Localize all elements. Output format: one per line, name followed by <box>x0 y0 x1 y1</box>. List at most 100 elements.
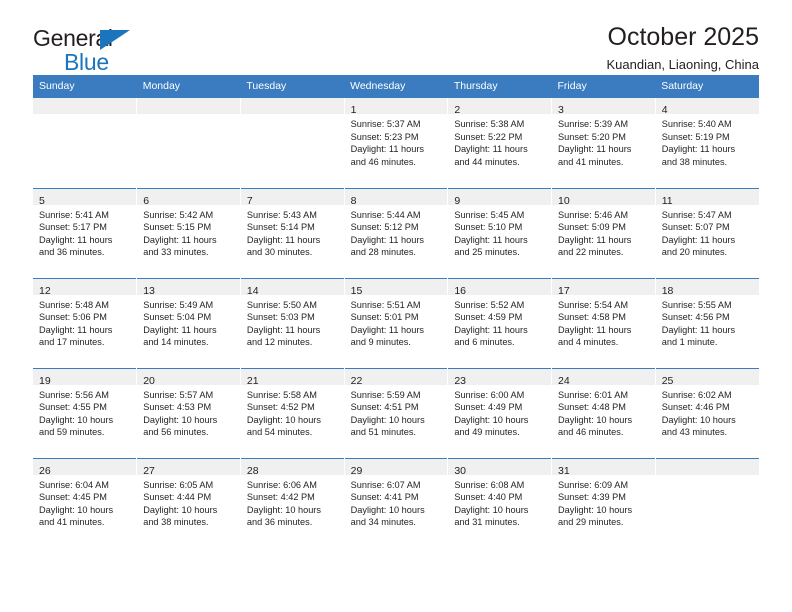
daylight-text-line1: Daylight: 11 hours <box>350 234 424 245</box>
daylight-text-line1: Daylight: 10 hours <box>143 414 218 425</box>
sunrise-text: Sunrise: 6:08 AM <box>454 479 525 490</box>
calendar-day-cell[interactable]: 28 Sunrise: 6:06 AM Sunset: 4:42 PM Dayligh… <box>239 457 345 548</box>
day-details: Sunrise: 5:39 AM Sunset: 5:20 PM Daylight:… <box>552 114 655 168</box>
daylight-text-line2: and 34 minutes. <box>350 517 416 528</box>
calendar-day-cell[interactable]: 17 Sunrise: 5:54 AM Sunset: 4:58 PM Dayligh… <box>551 277 656 368</box>
calendar-week-row: 1 Sunrise: 5:37 AM Sunset: 5:23 PM Daylight… <box>33 98 759 188</box>
daylight-text-line2: and 28 minutes. <box>350 247 416 258</box>
daylight-text-line2: and 31 minutes. <box>454 517 520 528</box>
calendar-day-cell[interactable]: 19 Sunrise: 5:56 AM Sunset: 4:55 PM Dayligh… <box>33 367 137 458</box>
daylight-text-line1: Daylight: 11 hours <box>39 324 113 335</box>
calendar-day-cell[interactable]: 9 Sunrise: 5:45 AM Sunset: 5:10 PM Daylight… <box>447 187 552 278</box>
sunrise-text: Sunrise: 5:55 AM <box>661 299 732 310</box>
sunrise-text: Sunrise: 5:56 AM <box>39 389 109 400</box>
daylight-text-line1: Daylight: 11 hours <box>350 324 424 335</box>
calendar-week-row: 26 Sunrise: 6:04 AM Sunset: 4:45 PM Dayligh… <box>33 457 759 548</box>
day-number: 17 <box>558 284 570 297</box>
calendar-day-cell[interactable]: 13 Sunrise: 5:49 AM Sunset: 5:04 PM Dayligh… <box>136 277 241 368</box>
day-number: 1 <box>350 104 357 116</box>
generalblue-logo[interactable]: General Blue <box>33 26 163 74</box>
sunrise-text: Sunrise: 6:05 AM <box>143 479 214 490</box>
calendar-day-cell[interactable]: 12 Sunrise: 5:48 AM Sunset: 5:06 PM Dayligh… <box>33 277 137 368</box>
calendar-day-cell[interactable]: 21 Sunrise: 5:58 AM Sunset: 4:52 PM Dayligh… <box>239 367 345 458</box>
day-number-band: 31 <box>552 458 655 477</box>
day-number: 13 <box>143 284 155 297</box>
sunrise-text: Sunrise: 5:51 AM <box>350 299 421 310</box>
sunset-text: Sunset: 4:53 PM <box>143 402 212 413</box>
calendar-day-cell[interactable]: 18 Sunrise: 5:55 AM Sunset: 4:56 PM Dayligh… <box>654 277 759 368</box>
day-number-band: 13 <box>137 278 240 297</box>
calendar-day-cell[interactable]: 7 Sunrise: 5:43 AM Sunset: 5:14 PM Daylight… <box>239 187 345 278</box>
day-number-band: 25 <box>655 368 759 387</box>
day-details <box>33 114 136 118</box>
day-number-band: 14 <box>240 278 344 297</box>
day-number: 21 <box>246 374 259 387</box>
day-number: 24 <box>558 374 570 387</box>
day-number: 25 <box>661 374 674 387</box>
calendar-day-cell[interactable]: 24 Sunrise: 6:01 AM Sunset: 4:48 PM Dayligh… <box>551 367 656 458</box>
calendar-day-cell[interactable]: 31 Sunrise: 6:09 AM Sunset: 4:39 PM Dayligh… <box>551 457 656 548</box>
calendar-day-cell[interactable]: 11 Sunrise: 5:47 AM Sunset: 5:07 PM Dayligh… <box>654 187 759 278</box>
sunrise-text: Sunrise: 5:45 AM <box>454 209 525 220</box>
calendar-day-cell[interactable]: 27 Sunrise: 6:05 AM Sunset: 4:44 PM Dayligh… <box>136 457 241 548</box>
calendar-day-cell[interactable]: 4 Sunrise: 5:40 AM Sunset: 5:19 PM Daylight… <box>654 98 759 188</box>
day-details: Sunrise: 5:52 AM Sunset: 4:59 PM Daylight:… <box>448 295 551 349</box>
sunrise-text: Sunrise: 5:38 AM <box>454 119 525 129</box>
calendar-day-cell[interactable]: 10 Sunrise: 5:46 AM Sunset: 5:09 PM Dayligh… <box>551 187 656 278</box>
calendar-day-cell[interactable]: 22 Sunrise: 5:59 AM Sunset: 4:51 PM Dayligh… <box>343 367 448 458</box>
day-number-band: 6 <box>137 188 240 207</box>
daylight-text-line2: and 44 minutes. <box>454 156 520 167</box>
calendar-day-cell[interactable]: 30 Sunrise: 6:08 AM Sunset: 4:40 PM Dayligh… <box>447 457 552 548</box>
calendar-table: Sunday Monday Tuesday Wednesday Thursday… <box>33 75 759 548</box>
day-details: Sunrise: 6:04 AM Sunset: 4:45 PM Daylight:… <box>33 475 136 529</box>
day-details: Sunrise: 5:42 AM Sunset: 5:15 PM Daylight:… <box>137 205 240 259</box>
sunrise-text: Sunrise: 6:06 AM <box>246 479 317 490</box>
day-details: Sunrise: 6:01 AM Sunset: 4:48 PM Daylight:… <box>552 385 655 439</box>
day-number-band: 8 <box>344 188 448 207</box>
daylight-text-line2: and 59 minutes. <box>39 427 105 438</box>
calendar-day-cell[interactable]: 29 Sunrise: 6:07 AM Sunset: 4:41 PM Dayligh… <box>343 457 448 548</box>
sunrise-text: Sunrise: 5:43 AM <box>246 209 317 220</box>
calendar-day-cell-empty <box>239 98 345 188</box>
day-number-band: 15 <box>344 278 448 297</box>
day-details: Sunrise: 5:46 AM Sunset: 5:09 PM Daylight:… <box>552 205 655 259</box>
calendar-day-cell[interactable]: 2 Sunrise: 5:38 AM Sunset: 5:22 PM Daylight… <box>447 98 552 188</box>
day-details: Sunrise: 6:00 AM Sunset: 4:49 PM Daylight:… <box>448 385 551 439</box>
calendar-day-cell[interactable]: 20 Sunrise: 5:57 AM Sunset: 4:53 PM Dayligh… <box>136 367 241 458</box>
day-number-band: 28 <box>240 458 344 477</box>
sunrise-text: Sunrise: 6:07 AM <box>350 479 421 490</box>
sunset-text: Sunset: 4:46 PM <box>661 402 730 413</box>
day-details: Sunrise: 5:44 AM Sunset: 5:12 PM Daylight:… <box>345 205 448 259</box>
daylight-text-line1: Daylight: 11 hours <box>39 234 113 245</box>
calendar-day-cell[interactable]: 25 Sunrise: 6:02 AM Sunset: 4:46 PM Dayligh… <box>654 367 759 458</box>
calendar-day-cell[interactable]: 15 Sunrise: 5:51 AM Sunset: 5:01 PM Dayligh… <box>343 277 448 368</box>
sunset-text: Sunset: 4:48 PM <box>558 402 626 413</box>
sunset-text: Sunset: 5:15 PM <box>143 222 212 233</box>
calendar-day-cell[interactable]: 5 Sunrise: 5:41 AM Sunset: 5:17 PM Daylight… <box>33 187 137 278</box>
calendar-day-cell[interactable]: 23 Sunrise: 6:00 AM Sunset: 4:49 PM Dayligh… <box>447 367 552 458</box>
day-number: 22 <box>350 374 363 387</box>
logo-triangle-icon <box>100 30 130 50</box>
sunset-text: Sunset: 4:44 PM <box>143 492 212 503</box>
calendar-day-cell[interactable]: 3 Sunrise: 5:39 AM Sunset: 5:20 PM Daylight… <box>551 98 656 188</box>
weekday-header-thursday: Thursday <box>447 75 552 98</box>
sunrise-text: Sunrise: 5:37 AM <box>350 119 421 129</box>
calendar-body: 1 Sunrise: 5:37 AM Sunset: 5:23 PM Daylight… <box>33 98 759 548</box>
calendar-day-cell[interactable]: 1 Sunrise: 5:37 AM Sunset: 5:23 PM Daylight… <box>343 98 448 188</box>
day-details <box>241 114 344 118</box>
daylight-text-line2: and 22 minutes. <box>558 247 624 258</box>
calendar-day-cell[interactable]: 16 Sunrise: 5:52 AM Sunset: 4:59 PM Dayligh… <box>447 277 552 368</box>
weekday-header-monday: Monday <box>136 75 241 98</box>
daylight-text-line2: and 41 minutes. <box>39 517 105 528</box>
calendar-day-cell[interactable]: 6 Sunrise: 5:42 AM Sunset: 5:15 PM Daylight… <box>136 187 241 278</box>
day-number: 5 <box>39 194 45 207</box>
sunrise-text: Sunrise: 5:49 AM <box>143 299 214 310</box>
day-details: Sunrise: 5:58 AM Sunset: 4:52 PM Daylight:… <box>241 385 344 439</box>
sunset-text: Sunset: 5:10 PM <box>454 222 523 233</box>
calendar-day-cell[interactable]: 26 Sunrise: 6:04 AM Sunset: 4:45 PM Dayligh… <box>33 457 137 548</box>
calendar-day-cell[interactable]: 8 Sunrise: 5:44 AM Sunset: 5:12 PM Daylight… <box>343 187 448 278</box>
daylight-text-line1: Daylight: 10 hours <box>661 414 736 425</box>
calendar-day-cell[interactable]: 14 Sunrise: 5:50 AM Sunset: 5:03 PM Dayligh… <box>239 277 345 368</box>
day-number-band: 23 <box>448 368 552 387</box>
daylight-text-line1: Daylight: 11 hours <box>246 324 321 335</box>
